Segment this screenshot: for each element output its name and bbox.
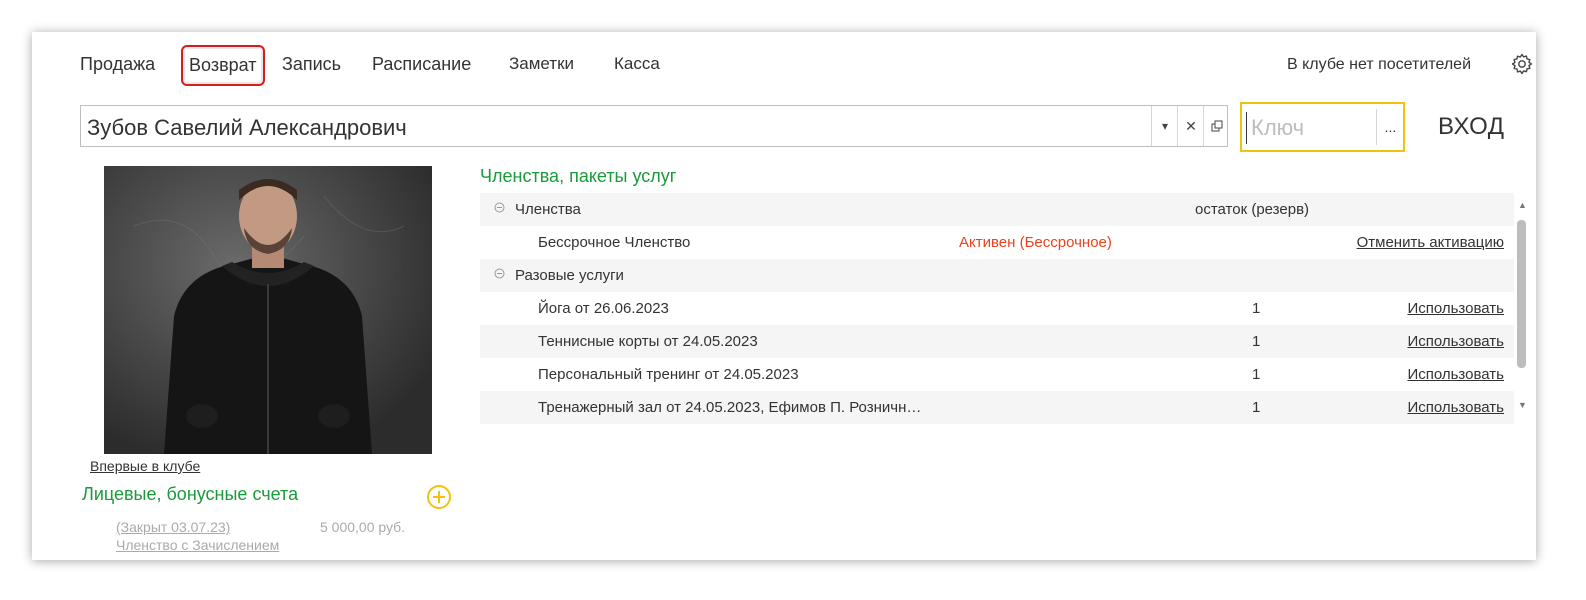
person-silhouette-icon	[104, 166, 432, 454]
table-row: Персональный тренинг от 24.05.2023 1 Исп…	[480, 358, 1514, 391]
service-count: 1	[1252, 300, 1261, 317]
table-row: Йога от 26.06.2023 1 Использовать	[480, 292, 1514, 325]
key-input[interactable]	[1246, 112, 1381, 144]
account-status-link[interactable]: (Закрыт 03.07.23)	[116, 519, 230, 535]
service-name: Теннисные корты от 24.05.2023	[538, 333, 758, 350]
service-name: Бессрочное Членство	[538, 234, 691, 251]
use-service-link[interactable]: Использовать	[1407, 333, 1504, 350]
main-window: Продажа Возврат Запись Расписание Заметк…	[32, 32, 1536, 560]
gear-icon[interactable]	[1510, 52, 1534, 76]
chevron-down-icon: ▾	[1161, 119, 1169, 133]
menu-item-booking[interactable]: Запись	[282, 54, 341, 75]
menu-item-cash[interactable]: Касса	[614, 54, 660, 74]
key-field: ...	[1240, 102, 1405, 152]
client-photo	[104, 166, 432, 454]
client-name-field[interactable]: Зубов Савелий Александрович ▾ ✕	[80, 105, 1228, 147]
service-name: Йога от 26.06.2023	[538, 300, 669, 317]
add-account-icon[interactable]	[426, 484, 452, 510]
menu-item-sale[interactable]: Продажа	[80, 54, 155, 75]
service-count: 1	[1252, 399, 1261, 416]
menu-item-notes[interactable]: Заметки	[509, 54, 574, 74]
group-row-single-services[interactable]: Разовые услуги	[480, 259, 1514, 292]
cancel-activation-link[interactable]: Отменить активацию	[1357, 234, 1504, 251]
dropdown-button[interactable]: ▾	[1151, 106, 1178, 146]
account-name-link[interactable]: Членство с Зачислением	[116, 537, 279, 553]
service-count: 1	[1252, 333, 1261, 350]
clear-button[interactable]: ✕	[1177, 106, 1204, 146]
scrollbar-thumb[interactable]	[1517, 220, 1526, 368]
service-name: Персональный тренинг от 24.05.2023	[538, 366, 799, 383]
menu-item-schedule[interactable]: Расписание	[372, 54, 471, 75]
column-header-remaining: остаток (резерв)	[1195, 201, 1310, 218]
visitors-status: В клубе нет посетителей	[1287, 56, 1471, 73]
table-row: Тренажерный зал от 24.05.2023, Ефимов П.…	[480, 391, 1514, 424]
scroll-up-arrow[interactable]: ▲	[1518, 200, 1527, 210]
account-amount: 5 000,00 руб.	[320, 519, 406, 535]
enter-button[interactable]: ВХОД	[1438, 113, 1505, 141]
top-menu: Продажа Возврат Запись Расписание Заметк…	[32, 32, 1536, 98]
first-visit-link[interactable]: Впервые в клубе	[90, 458, 200, 474]
table-row: Теннисные корты от 24.05.2023 1 Использо…	[480, 325, 1514, 358]
collapse-icon[interactable]	[494, 202, 505, 213]
scroll-down-arrow[interactable]: ▼	[1518, 400, 1527, 410]
memberships-title: Членства, пакеты услуг	[480, 166, 677, 186]
status-badge: Активен (Бессрочное)	[959, 234, 1112, 251]
accounts-title: Лицевые, бонусные счета	[82, 484, 299, 504]
open-window-icon	[1211, 120, 1223, 132]
service-name: Тренажерный зал от 24.05.2023, Ефимов П.…	[538, 399, 922, 416]
use-service-link[interactable]: Использовать	[1407, 366, 1504, 383]
table-row: Бессрочное Членство Активен (Бессрочное)…	[480, 226, 1514, 259]
group-label: Разовые услуги	[515, 267, 624, 284]
client-name-value: Зубов Савелий Александрович	[87, 115, 407, 140]
close-icon: ✕	[1185, 117, 1197, 134]
collapse-icon[interactable]	[494, 268, 505, 279]
use-service-link[interactable]: Использовать	[1407, 399, 1504, 416]
use-service-link[interactable]: Использовать	[1407, 300, 1504, 317]
service-count: 1	[1252, 366, 1261, 383]
key-select-button[interactable]: ...	[1376, 109, 1404, 145]
menu-item-return[interactable]: Возврат	[181, 45, 265, 86]
open-button[interactable]	[1203, 106, 1230, 146]
group-label: Членства	[515, 201, 581, 218]
group-row-memberships[interactable]: Членства остаток (резерв)	[480, 193, 1514, 226]
memberships-table: Членства остаток (резерв) Бессрочное Чле…	[480, 193, 1514, 424]
